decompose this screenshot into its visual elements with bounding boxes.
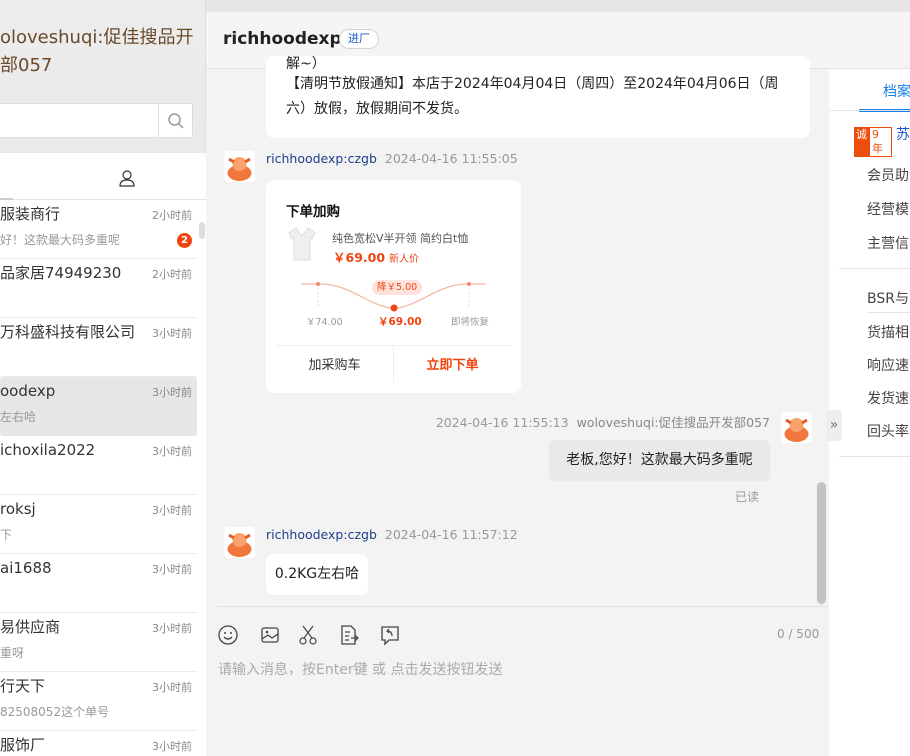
conversation-sidebar: oloveshuqi:促佳搜品开 部057 服装商行 2小时前 好！这款最大码多重呢 2… xyxy=(0,0,206,756)
trust-badge: 诚 9年苏 xyxy=(854,127,910,157)
message-meta: richhoodexp:czgb 2024-04-16 11:55:05 xyxy=(266,151,518,166)
contact-item[interactable]: ai1688 3小时前 xyxy=(0,554,197,613)
price-drop-label: 降￥5.00 xyxy=(372,280,423,295)
contact-item[interactable]: 易供应商 3小时前重呀 xyxy=(0,613,197,672)
contact-preview: 好！这款最大码多重呢 xyxy=(0,233,121,247)
chat-scrollbar[interactable] xyxy=(817,482,826,604)
contact-name: 万科盛科技有限公司 xyxy=(0,323,136,341)
contact-preview: 重呀 xyxy=(0,646,25,660)
sent-message: 老板,您好！这款最大码多重呢 xyxy=(549,440,770,481)
contact-time: 2小时前 xyxy=(152,268,192,281)
contact-item[interactable]: 服装商行 2小时前好！这款最大码多重呢 2 xyxy=(0,200,197,259)
product-price: ￥69.00 新人价 xyxy=(333,250,420,265)
read-status: 已读 xyxy=(735,490,760,504)
scissors-icon[interactable] xyxy=(297,624,319,646)
emoji-icon[interactable] xyxy=(217,624,239,646)
profile-row: 经营模 xyxy=(867,202,909,218)
product-image[interactable] xyxy=(288,226,316,262)
contacts-tab-icon[interactable] xyxy=(119,169,135,187)
new-price: ￥69.00 xyxy=(378,316,422,328)
my-avatar[interactable] xyxy=(781,412,812,443)
search-icon xyxy=(167,112,184,129)
add-cart-button[interactable]: 加采购车 xyxy=(276,346,394,383)
tab-profile[interactable]: 档案 xyxy=(883,81,910,101)
contact-item[interactable]: 品家居74949230 2小时前 xyxy=(0,259,197,318)
card-title: 下单加购 xyxy=(286,204,340,220)
contact-time: 3小时前 xyxy=(152,386,192,399)
contact-item[interactable]: 服饰厂 3小时前 xyxy=(0,731,197,756)
message-meta: 2024-04-16 11:55:13 woloveshuqi:促佳搜品开发部05… xyxy=(435,415,770,430)
contact-preview: 左右哈 xyxy=(0,410,37,424)
contact-time: 3小时前 xyxy=(152,504,192,517)
profile-row: BSR与 xyxy=(867,291,909,307)
profile-row: 会员助 xyxy=(867,168,909,184)
contact-name: 行天下 xyxy=(0,677,46,695)
expand-panel-icon[interactable]: » xyxy=(826,410,842,441)
chat-tag[interactable]: 进厂 xyxy=(339,29,379,49)
list-scrollbar[interactable] xyxy=(199,222,205,239)
avatar[interactable] xyxy=(224,151,255,182)
restore-label: 即将恢复 xyxy=(451,317,490,328)
contact-name: 服饰厂 xyxy=(0,736,46,754)
contact-time: 3小时前 xyxy=(152,622,192,635)
avatar[interactable] xyxy=(224,527,255,558)
received-message: 0.2KG左右哈 xyxy=(266,554,368,595)
message-meta: richhoodexp:czgb 2024-04-16 11:57:12 xyxy=(266,527,518,542)
contact-time: 2小时前 xyxy=(152,209,192,222)
contact-item[interactable]: oodexp 3小时前左右哈 xyxy=(0,377,197,436)
profile-row: 回头率 xyxy=(867,424,909,440)
document-send-icon[interactable] xyxy=(338,624,360,646)
order-card: 下单加购 纯色宽松V半开领 简约白t恤 ￥69.00 新人价 降￥5.00 ￥74… xyxy=(266,180,521,393)
contact-name: roksj xyxy=(0,500,36,518)
list-tabs xyxy=(0,153,206,200)
search-button[interactable] xyxy=(158,104,192,137)
contact-name: 服装商行 xyxy=(0,205,61,223)
unread-badge: 2 xyxy=(177,233,192,248)
contact-time: 3小时前 xyxy=(152,327,192,340)
product-name[interactable]: 纯色宽松V半开领 简约白t恤 xyxy=(332,230,468,246)
contact-time: 3小时前 xyxy=(152,740,192,753)
image-icon[interactable] xyxy=(259,624,281,646)
contact-name: 品家居74949230 xyxy=(0,264,122,282)
contact-item[interactable]: ichoxila2022 3小时前 xyxy=(0,436,197,495)
profile-row: 主营信 xyxy=(867,236,909,252)
old-price: ￥74.00 xyxy=(306,317,343,328)
char-count: 0 / 500 xyxy=(777,627,820,641)
contact-name: ichoxila2022 xyxy=(0,441,96,459)
profile-row: 发货速 xyxy=(867,391,909,407)
contact-time: 3小时前 xyxy=(152,563,192,576)
contact-time: 3小时前 xyxy=(152,445,192,458)
top-bar xyxy=(206,0,910,12)
buy-now-button[interactable]: 立即下单 xyxy=(394,346,511,383)
contact-item[interactable]: roksj 3小时前下 xyxy=(0,495,197,554)
composer-divider xyxy=(217,606,828,607)
quick-reply-icon[interactable] xyxy=(379,624,401,646)
notice-message: 解~） 【清明节放假通知】本店于2024年04月04日（周四）至2024年04月… xyxy=(266,56,810,138)
contact-item[interactable]: 万科盛科技有限公司 3小时前 xyxy=(0,318,197,377)
contact-name: 易供应商 xyxy=(0,618,61,636)
message-input[interactable]: 请输入消息，按Enter键 或 点击发送按钮发送 xyxy=(218,659,502,679)
contact-preview: 82508052这个单号 xyxy=(0,705,110,719)
contact-time: 3小时前 xyxy=(152,681,192,694)
profile-row: 货描相 xyxy=(867,325,909,341)
search-box[interactable] xyxy=(0,103,193,138)
contact-name: oodexp xyxy=(0,382,56,400)
profile-row: 响应速 xyxy=(867,358,909,374)
chat-title: richhoodexp xyxy=(223,29,342,49)
account-name: oloveshuqi:促佳搜品开 部057 xyxy=(0,27,194,76)
contact-name: ai1688 xyxy=(0,559,52,577)
contact-preview: 下 xyxy=(0,528,13,542)
contact-item[interactable]: 行天下 3小时前 82508052这个单号 xyxy=(0,672,197,731)
